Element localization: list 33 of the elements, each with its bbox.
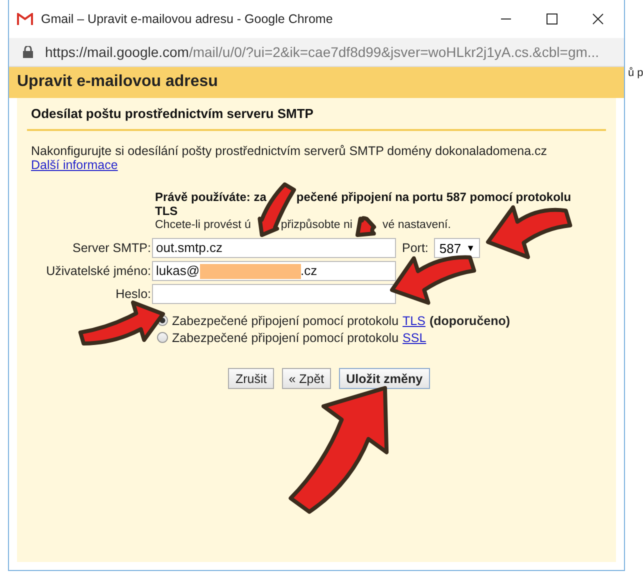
dialog-title: Upravit e-mailovou adresu: [9, 67, 624, 98]
hint-text: vé nastavení.: [382, 219, 451, 231]
option-label: Zabezpečené připojení pomocí protokolu: [172, 330, 399, 344]
current-settings-text: TLS: [155, 204, 178, 218]
server-input[interactable]: out.smtp.cz: [152, 238, 396, 258]
option-label: Zabezpečené připojení pomocí protokolu: [172, 314, 399, 328]
mail-logo-icon: [17, 13, 33, 25]
radio-button[interactable]: [157, 332, 168, 343]
hint-text: Chcete-li provést ú: [155, 219, 251, 231]
background-text: ů p: [628, 67, 643, 79]
maximize-icon[interactable]: [546, 13, 558, 25]
lock-icon: [23, 46, 33, 58]
field-label: Uživatelské jméno:: [46, 264, 151, 278]
window-title: Gmail – Upravit e-mailovou adresu - Google Chrome: [41, 12, 334, 26]
recommended-note: (doporučeno): [429, 314, 510, 328]
password-input[interactable]: [152, 284, 396, 304]
back-button[interactable]: « Zpět: [282, 368, 332, 389]
username-input[interactable]: lukas@ .cz: [152, 261, 396, 281]
close-icon[interactable]: [592, 13, 604, 25]
current-settings-text: pečené připojení na portu 587 pomocí protokolu: [296, 190, 572, 204]
protocol-link[interactable]: TLS: [402, 314, 426, 328]
intro-text: Nakonfigurujte si odesílání pošty prostřednictvím serverů SMTP domény dokonaladomena.cz: [31, 144, 548, 158]
protocol-link[interactable]: SSL: [402, 330, 426, 344]
hint-text: přizpůsobte ni: [280, 219, 352, 231]
save-button[interactable]: Uložit změny: [339, 368, 430, 389]
cancel-button[interactable]: Zrušit: [228, 368, 274, 389]
port-label: Port:: [402, 241, 428, 255]
section-heading: Odesílat poštu prostřednictvím serveru SMTP: [27, 98, 606, 131]
more-info-link[interactable]: Další informace: [31, 158, 118, 172]
field-label: Heslo:: [116, 287, 151, 301]
port-select[interactable]: 587 ▼: [434, 238, 480, 258]
current-settings-text: Právě používáte: za: [155, 190, 266, 204]
field-label: Server SMTP:: [72, 241, 151, 255]
